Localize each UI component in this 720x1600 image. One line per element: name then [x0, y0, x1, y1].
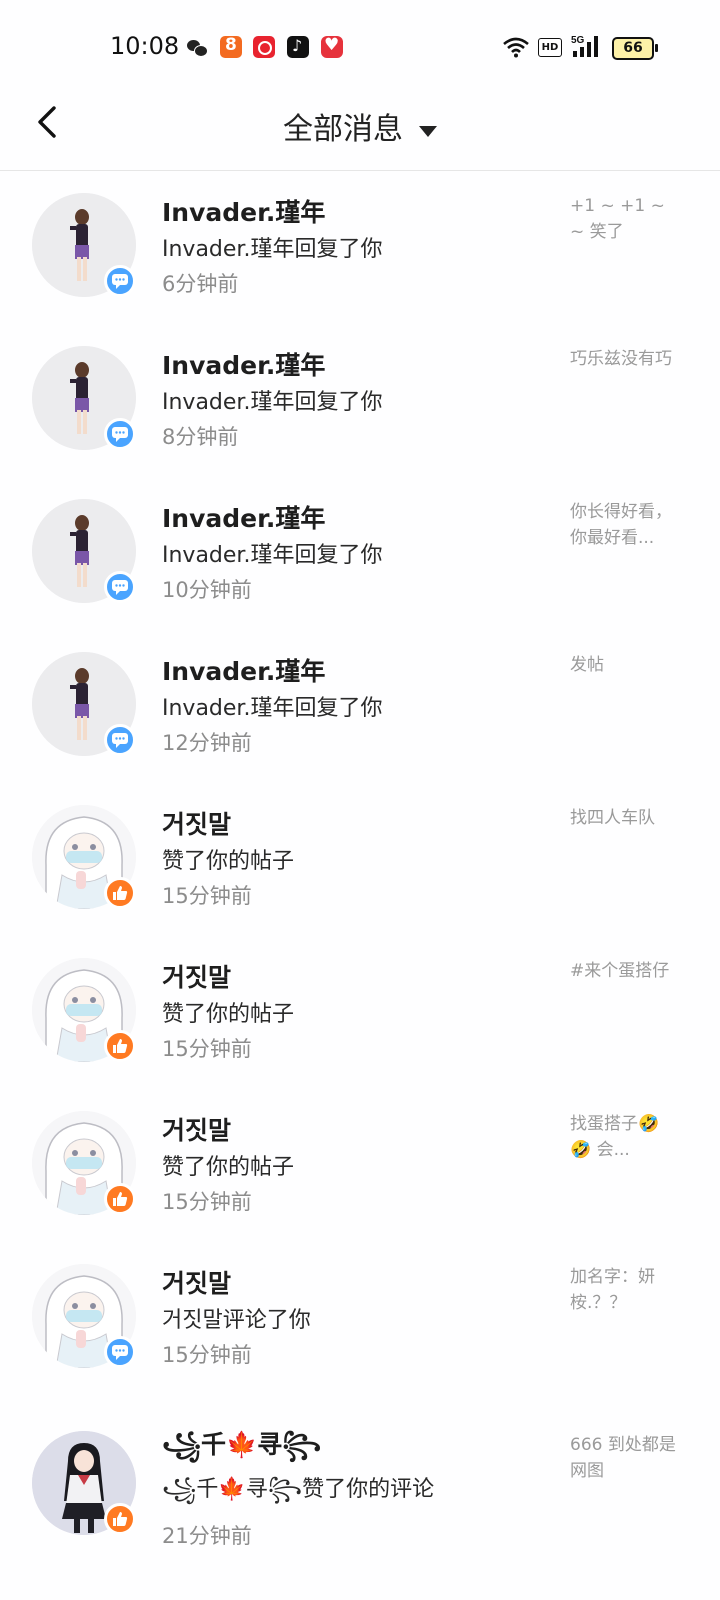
- chat-bubble-icon: [112, 580, 128, 595]
- message-time: 15分钟前: [162, 1343, 252, 1367]
- like-badge: [104, 1030, 136, 1062]
- top-bar: 全部消息: [0, 90, 720, 171]
- message-time: 15分钟前: [162, 1037, 252, 1061]
- message-time: 15分钟前: [162, 1190, 252, 1214]
- message-time: 12分钟前: [162, 731, 252, 755]
- message-item[interactable]: Invader.瑾年 Invader.瑾年回复了你 8分钟前 巧乐兹没有巧: [0, 324, 720, 477]
- sender-name[interactable]: 거짓말: [162, 805, 231, 841]
- chat-bubble-icon: [112, 274, 128, 289]
- reply-badge: [104, 571, 136, 603]
- signal-icon: 5G: [571, 35, 598, 57]
- message-action: 赞了你的帖子: [162, 1155, 295, 1180]
- chat-bubble-icon: [112, 1345, 128, 1360]
- message-snippet: 加名字：妍桉.？？: [570, 1267, 655, 1313]
- message-item[interactable]: 거짓말 거짓말评论了你 15分钟前 加名字：妍桉.？？: [0, 1242, 720, 1395]
- message-item[interactable]: ꧁千🍁寻꧂ ꧁千🍁寻꧂赞了你的评论 21分钟前 666 到处都是网图: [0, 1395, 720, 1600]
- wechat-icon: [186, 36, 208, 58]
- message-item[interactable]: Invader.瑾年 Invader.瑾年回复了你 10分钟前 你长得好看，你最…: [0, 477, 720, 630]
- battery-indicator: 66: [612, 37, 658, 60]
- reply-badge: [104, 418, 136, 450]
- message-action: Invader.瑾年回复了你: [162, 696, 383, 721]
- comment-badge: [104, 1336, 136, 1368]
- message-item[interactable]: 거짓말 赞了你的帖子 15分钟前 找蛋搭子🤣🤣 会...: [0, 1089, 720, 1242]
- reply-badge: [104, 724, 136, 756]
- like-badge: [104, 877, 136, 909]
- sender-name[interactable]: 거짓말: [162, 1264, 231, 1300]
- reply-badge: [104, 265, 136, 297]
- message-snippet: 找四人车队: [570, 808, 655, 828]
- message-action: 거짓말评论了你: [162, 1308, 311, 1333]
- message-item[interactable]: 거짓말 赞了你的帖子 15分钟前 找四人车队: [0, 783, 720, 936]
- hd-badge: HD: [538, 38, 562, 57]
- message-item[interactable]: 거짓말 赞了你的帖子 15分钟前 #来个蛋搭仔: [0, 936, 720, 1089]
- status-bar: 10:08 HD 5G 66: [0, 0, 720, 90]
- chat-bubble-icon: [112, 733, 128, 748]
- message-action: Invader.瑾年回复了你: [162, 543, 383, 568]
- message-time: 15分钟前: [162, 884, 252, 908]
- message-time: 6分钟前: [162, 272, 239, 296]
- message-time: 21分钟前: [162, 1524, 252, 1548]
- sender-name[interactable]: Invader.瑾年: [162, 499, 325, 535]
- like-badge: [104, 1183, 136, 1215]
- wifi-icon: [503, 37, 529, 58]
- message-snippet: 巧乐兹没有巧: [570, 349, 672, 369]
- app-notification-icon: [220, 35, 242, 58]
- thumbs-up-icon: [113, 1039, 128, 1053]
- message-action: 赞了你的帖子: [162, 1002, 295, 1027]
- message-snippet: 你长得好看，你最好看...: [570, 502, 672, 548]
- message-snippet: #来个蛋搭仔: [570, 961, 670, 981]
- shopping-app-icon: [253, 36, 275, 58]
- sender-name[interactable]: Invader.瑾年: [162, 193, 325, 229]
- status-time: 10:08: [110, 32, 180, 60]
- message-snippet: +1 ~ +1 ~ ~ 笑了: [570, 196, 665, 242]
- message-snippet: 666 到处都是网图: [570, 1435, 676, 1481]
- message-action: 赞了你的帖子: [162, 849, 295, 874]
- thumbs-up-icon: [113, 1192, 128, 1206]
- message-time: 10分钟前: [162, 578, 252, 602]
- like-badge: [104, 1503, 136, 1535]
- sender-name[interactable]: ꧁千🍁寻꧂: [162, 1425, 321, 1476]
- sender-name[interactable]: 거짓말: [162, 958, 231, 994]
- svg-text:5G: 5G: [571, 35, 585, 46]
- tiktok-icon: [287, 36, 309, 58]
- page-title: 全部消息: [283, 112, 403, 147]
- thumbs-up-icon: [113, 1512, 128, 1526]
- heart-app-icon: [321, 35, 343, 58]
- sender-name[interactable]: Invader.瑾年: [162, 652, 325, 688]
- message-time: 8分钟前: [162, 425, 239, 449]
- thumbs-up-icon: [113, 886, 128, 900]
- message-action: ꧁千🍁寻꧂赞了你的评论: [162, 1477, 435, 1502]
- message-filter-dropdown[interactable]: 全部消息: [0, 104, 720, 148]
- message-snippet: 发帖: [570, 655, 604, 675]
- caret-down-icon: [419, 126, 437, 137]
- chat-bubble-icon: [112, 427, 128, 442]
- message-action: Invader.瑾年回复了你: [162, 237, 383, 262]
- message-action: Invader.瑾年回复了你: [162, 390, 383, 415]
- message-snippet: 找蛋搭子🤣🤣 会...: [570, 1114, 660, 1160]
- message-item[interactable]: Invader.瑾年 Invader.瑾年回复了你 6分钟前 +1 ~ +1 ~…: [0, 171, 720, 324]
- message-item[interactable]: Invader.瑾年 Invader.瑾年回复了你 12分钟前 发帖: [0, 630, 720, 783]
- sender-name[interactable]: Invader.瑾年: [162, 346, 325, 382]
- sender-name[interactable]: 거짓말: [162, 1111, 231, 1147]
